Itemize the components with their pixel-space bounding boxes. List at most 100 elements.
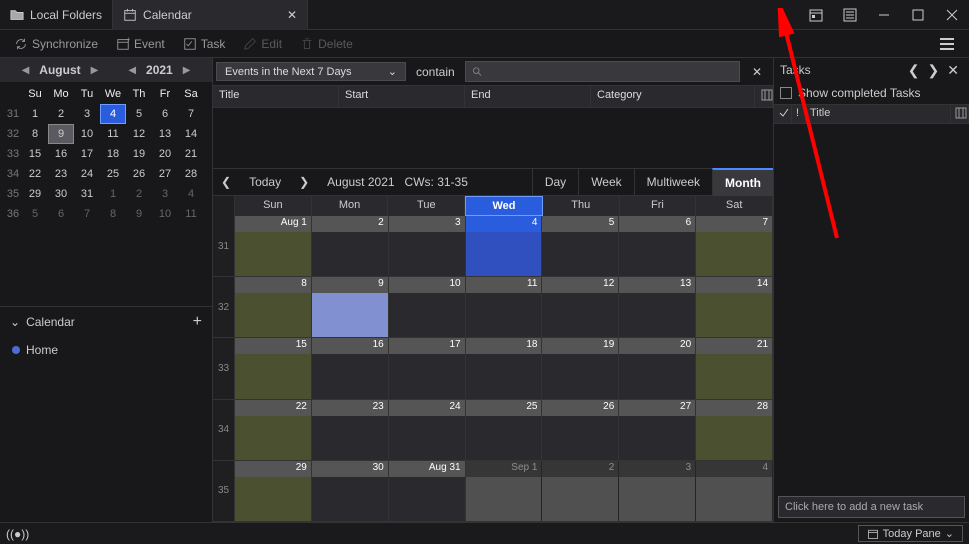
day-cell[interactable]: 29 (235, 461, 312, 521)
mini-day[interactable]: 12 (126, 124, 152, 144)
mini-day[interactable]: 24 (74, 164, 100, 184)
day-cell[interactable]: 21 (696, 338, 773, 398)
mini-day[interactable]: 2 (48, 104, 74, 124)
show-completed-toggle[interactable]: Show completed Tasks (774, 82, 969, 104)
col-start[interactable]: Start (339, 86, 465, 107)
day-cell[interactable]: 5 (542, 216, 619, 276)
mini-day[interactable]: 6 (48, 204, 74, 224)
mini-day[interactable]: 15 (22, 144, 48, 164)
tasks-close-button[interactable]: ✕ (943, 62, 963, 79)
task-col-done[interactable] (774, 105, 792, 123)
mini-day[interactable]: 4 (100, 104, 126, 124)
col-end[interactable]: End (465, 86, 591, 107)
mini-day[interactable]: 26 (126, 164, 152, 184)
mini-day[interactable]: 27 (152, 164, 178, 184)
mini-day[interactable]: 16 (48, 144, 74, 164)
events-filter-dropdown[interactable]: Events in the Next 7 Days ⌄ (216, 62, 406, 81)
view-day-button[interactable]: Day (532, 169, 578, 195)
tasks-next-button[interactable]: ❯ (924, 62, 944, 79)
mini-year-label[interactable]: 2021 (146, 63, 173, 77)
col-title[interactable]: Title (213, 86, 339, 107)
toggle-calendar-pane-icon[interactable] (799, 0, 833, 30)
day-cell[interactable]: 10 (389, 277, 466, 337)
mini-day[interactable]: 10 (152, 204, 178, 224)
task-col-title[interactable]: Title (806, 105, 951, 123)
mini-day[interactable]: 25 (100, 164, 126, 184)
mini-day[interactable]: 1 (100, 184, 126, 204)
next-year-button[interactable]: ▶ (179, 65, 195, 76)
mini-day[interactable]: 10 (74, 124, 100, 144)
day-cell[interactable]: 2 (312, 216, 389, 276)
prev-year-button[interactable]: ◀ (124, 65, 140, 76)
synchronize-button[interactable]: Synchronize (6, 34, 106, 54)
day-cell[interactable]: 8 (235, 277, 312, 337)
day-cell[interactable]: 12 (542, 277, 619, 337)
day-cell[interactable]: 6 (619, 216, 696, 276)
col-category[interactable]: Category (591, 86, 755, 107)
clear-filter-button[interactable]: ✕ (744, 65, 770, 79)
mini-day[interactable]: 9 (48, 124, 74, 144)
mini-calendar[interactable]: SuMoTuWeThFrSa31123456732891011121314331… (0, 82, 212, 226)
toggle-tasks-pane-icon[interactable] (833, 0, 867, 30)
window-close-icon[interactable] (935, 0, 969, 30)
mini-day[interactable]: 30 (48, 184, 74, 204)
mini-day[interactable]: 20 (152, 144, 178, 164)
new-event-button[interactable]: + Event (108, 34, 173, 54)
day-cell[interactable]: 18 (466, 338, 543, 398)
day-cell[interactable]: 28 (696, 400, 773, 460)
checkbox-icon[interactable] (780, 87, 792, 99)
day-cell[interactable]: Aug 31 (389, 461, 466, 521)
mini-day[interactable]: 28 (178, 164, 204, 184)
next-period-button[interactable]: ❯ (291, 171, 317, 193)
mini-day[interactable]: 1 (22, 104, 48, 124)
view-week-button[interactable]: Week (578, 169, 633, 195)
day-cell[interactable]: 9 (312, 277, 389, 337)
day-cell[interactable]: 3 (389, 216, 466, 276)
mini-day[interactable]: 5 (126, 104, 152, 124)
mini-day[interactable]: 22 (22, 164, 48, 184)
mini-day[interactable]: 5 (22, 204, 48, 224)
day-cell[interactable]: 26 (542, 400, 619, 460)
mini-day[interactable]: 7 (74, 204, 100, 224)
today-button[interactable]: Today (239, 171, 291, 193)
today-pane-toggle[interactable]: Today Pane ⌄ (858, 525, 963, 542)
day-cell[interactable]: 4 (696, 461, 773, 521)
close-tab-icon[interactable]: ✕ (287, 8, 297, 22)
day-cell[interactable]: 14 (696, 277, 773, 337)
mini-day[interactable]: 19 (126, 144, 152, 164)
day-cell[interactable]: 4 (466, 216, 543, 276)
search-input[interactable] (465, 61, 740, 82)
column-picker-icon[interactable] (951, 105, 969, 123)
mini-day[interactable]: 23 (48, 164, 74, 184)
connection-status-icon[interactable]: ((●)) (6, 527, 29, 541)
mini-day[interactable]: 11 (178, 204, 204, 224)
new-task-button[interactable]: Task (175, 34, 234, 54)
mini-day[interactable]: 8 (22, 124, 48, 144)
tab-local-folders[interactable]: Local Folders (0, 0, 113, 30)
prev-period-button[interactable]: ❮ (213, 171, 239, 193)
mini-day[interactable]: 14 (178, 124, 204, 144)
day-cell[interactable]: 7 (696, 216, 773, 276)
mini-day[interactable]: 8 (100, 204, 126, 224)
tab-calendar[interactable]: Calendar ✕ (113, 0, 308, 30)
mini-day[interactable]: 3 (152, 184, 178, 204)
day-cell[interactable]: 22 (235, 400, 312, 460)
mini-day[interactable]: 17 (74, 144, 100, 164)
event-list-body[interactable] (213, 108, 773, 168)
mini-day[interactable]: 31 (74, 184, 100, 204)
day-cell[interactable]: 27 (619, 400, 696, 460)
day-cell[interactable]: Sep 1 (466, 461, 543, 521)
day-cell[interactable]: 16 (312, 338, 389, 398)
day-cell[interactable]: 19 (542, 338, 619, 398)
tasks-prev-button[interactable]: ❮ (904, 62, 924, 79)
calendar-section-header[interactable]: ⌄ Calendar + (0, 306, 212, 337)
mini-day[interactable]: 21 (178, 144, 204, 164)
mini-day[interactable]: 9 (126, 204, 152, 224)
add-task-input[interactable]: Click here to add a new task (778, 496, 965, 518)
next-month-button[interactable]: ▶ (87, 65, 103, 76)
calendar-item-home[interactable]: Home (0, 337, 212, 363)
mini-day[interactable]: 11 (100, 124, 126, 144)
column-picker-icon[interactable] (755, 86, 773, 107)
mini-day[interactable]: 6 (152, 104, 178, 124)
day-cell[interactable]: 2 (542, 461, 619, 521)
